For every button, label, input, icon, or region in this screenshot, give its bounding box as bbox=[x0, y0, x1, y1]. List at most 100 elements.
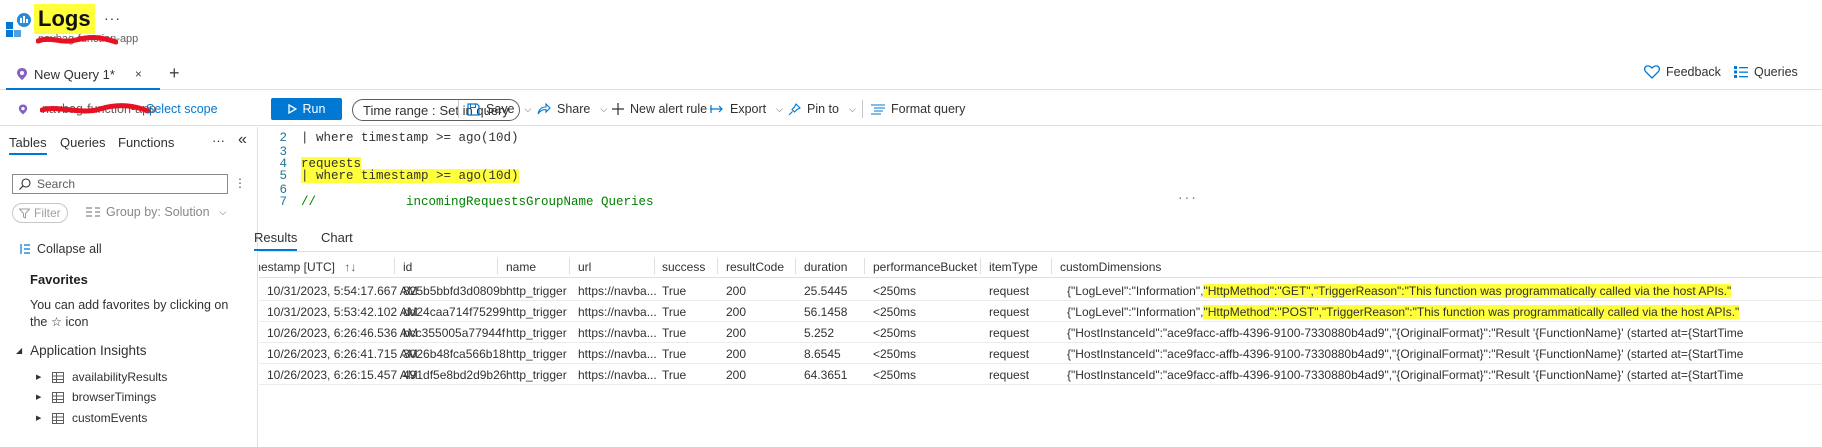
save-button[interactable]: Save ⌵ bbox=[467, 92, 531, 126]
tab-functions[interactable]: Functions bbox=[118, 135, 174, 150]
line-number: 2 bbox=[279, 131, 287, 145]
filter-button[interactable]: Filter bbox=[12, 203, 68, 223]
column-divider bbox=[569, 258, 570, 274]
tab-queries[interactable]: Queries bbox=[60, 135, 106, 150]
column-header-name[interactable]: name bbox=[506, 260, 536, 274]
code-line: 2 | where timestamp >= ago(10d) bbox=[259, 131, 518, 145]
search-input[interactable] bbox=[37, 177, 217, 191]
run-button[interactable]: Run bbox=[271, 98, 342, 120]
column-header-performancebucket[interactable]: performanceBucket bbox=[873, 260, 977, 274]
table-icon bbox=[52, 412, 64, 424]
cell-duration: 64.3651 bbox=[804, 368, 848, 382]
chevron-down-icon: ⌵ bbox=[600, 103, 608, 114]
table-row[interactable]: ›10/31/2023, 5:54:17.667 AM825b5bbfd3d08… bbox=[259, 280, 1822, 301]
column-header-id[interactable]: id bbox=[403, 260, 412, 274]
column-header-duration[interactable]: duration bbox=[804, 260, 847, 274]
tab-results[interactable]: Results bbox=[254, 230, 298, 251]
toolbar-divider bbox=[862, 100, 863, 118]
customdimensions-part: {"HostInstanceId":"ace9facc-affb-4396-91… bbox=[1067, 368, 1744, 382]
table-icon bbox=[52, 391, 64, 403]
column-header-itemtype[interactable]: itemType bbox=[989, 260, 1038, 274]
collapse-panel-button[interactable]: « bbox=[238, 131, 247, 149]
collapse-all-button[interactable]: Collapse all bbox=[20, 242, 102, 256]
select-scope-link[interactable]: Select scope bbox=[146, 92, 218, 126]
cell-url: https://navba... bbox=[578, 368, 657, 382]
collapse-all-icon bbox=[20, 244, 30, 254]
tab-new-query-1[interactable]: New Query 1* × bbox=[6, 60, 160, 90]
cell-url: https://navba... bbox=[578, 284, 657, 298]
cell-duration: 5.252 bbox=[804, 326, 835, 340]
cell-success: True bbox=[662, 305, 687, 319]
table-row[interactable]: ›10/26/2023, 6:26:46.536 AMbcc355005a779… bbox=[259, 322, 1822, 343]
column-header-success[interactable]: success bbox=[662, 260, 705, 274]
cell-success: True bbox=[662, 368, 687, 382]
table-row[interactable]: ›10/31/2023, 5:53:42.102 AMdd24caa714f75… bbox=[259, 301, 1822, 322]
share-button[interactable]: Share ⌵ bbox=[537, 92, 607, 126]
format-query-button[interactable]: Format query bbox=[871, 92, 965, 126]
tree-group-application-insights[interactable]: ◢ Application Insights bbox=[16, 343, 146, 358]
tree-item-availabilityresults[interactable]: ▶ availabilityResults bbox=[36, 370, 167, 384]
caret-right-icon: ▶ bbox=[36, 394, 42, 401]
add-tab-icon[interactable]: + bbox=[169, 63, 180, 84]
toolbar-divider bbox=[458, 100, 459, 118]
customdimensions-part: {"LogLevel":"Information", bbox=[1067, 305, 1204, 319]
feedback-button[interactable]: Feedback bbox=[1644, 65, 1721, 79]
export-button[interactable]: Export ⌵ bbox=[710, 92, 783, 126]
tree-group-label: Application Insights bbox=[30, 343, 147, 358]
cell-duration: 8.6545 bbox=[804, 347, 841, 361]
cell-timestamp: 10/31/2023, 5:54:17.667 AM bbox=[267, 284, 418, 298]
column-divider bbox=[394, 258, 395, 274]
column-header-url[interactable]: url bbox=[578, 260, 591, 274]
new-alert-rule-button[interactable]: New alert rule bbox=[612, 92, 707, 126]
share-icon bbox=[537, 103, 551, 115]
cell-performancebucket: <250ms bbox=[873, 368, 917, 382]
query-tab-bar: New Query 1* × + Feedback Queries bbox=[0, 60, 1822, 90]
search-icon bbox=[19, 178, 31, 190]
table-row[interactable]: ›10/26/2023, 6:26:15.457 AM491df5e8bd2d9… bbox=[259, 364, 1822, 385]
cell-duration: 25.5445 bbox=[804, 284, 848, 298]
cell-id: 3026b48fca566b18 bbox=[403, 347, 506, 361]
group-by-dropdown[interactable]: Group by: Solution ⌵ bbox=[86, 205, 226, 219]
column-header-timestamp[interactable]: timestamp [UTC] ↑↓ bbox=[259, 260, 356, 274]
filter-label: Filter bbox=[34, 206, 61, 220]
tab-tables[interactable]: Tables bbox=[9, 135, 47, 155]
more-options-button[interactable]: ··· bbox=[212, 133, 225, 148]
tree-item-browsertimings[interactable]: ▶ browserTimings bbox=[36, 390, 156, 404]
pin-to-button[interactable]: Pin to ⌵ bbox=[788, 92, 856, 126]
column-header-customdimensions[interactable]: customDimensions bbox=[1060, 260, 1161, 274]
pin-icon bbox=[788, 102, 801, 115]
cell-itemtype: request bbox=[989, 347, 1030, 361]
sort-icon: ↑↓ bbox=[344, 260, 357, 274]
redaction-scribble bbox=[36, 35, 118, 45]
new-alert-label: New alert rule bbox=[630, 102, 708, 116]
column-divider bbox=[795, 258, 796, 274]
code-line: 5 | where timestamp >= ago(10d) bbox=[259, 169, 519, 183]
page-title: Logs bbox=[34, 4, 95, 34]
cell-itemtype: request bbox=[989, 326, 1030, 340]
column-divider bbox=[717, 258, 718, 274]
customdimensions-part: {"LogLevel":"Information", bbox=[1067, 284, 1204, 298]
schema-search-box[interactable] bbox=[12, 174, 228, 194]
column-header-resultcode[interactable]: resultCode bbox=[726, 260, 784, 274]
close-icon[interactable]: × bbox=[135, 67, 142, 81]
cell-resultcode: 200 bbox=[726, 347, 747, 361]
tree-item-customevents[interactable]: ▶ customEvents bbox=[36, 411, 147, 425]
more-options-button[interactable]: ··· bbox=[104, 10, 121, 26]
run-label: Run bbox=[302, 102, 326, 116]
scope-selector[interactable]: navbag-function-app bbox=[18, 92, 156, 126]
cell-resultcode: 200 bbox=[726, 368, 747, 382]
table-row[interactable]: ›10/26/2023, 6:26:41.715 AM3026b48fca566… bbox=[259, 343, 1822, 364]
customdimensions-part: {"HostInstanceId":"ace9facc-affb-4396-91… bbox=[1067, 347, 1744, 361]
chevron-down-icon: ⌵ bbox=[776, 103, 783, 114]
queries-button[interactable]: Queries bbox=[1734, 65, 1798, 79]
tab-chart[interactable]: Chart bbox=[321, 230, 353, 245]
cell-performancebucket: <250ms bbox=[873, 284, 917, 298]
search-options-button[interactable]: ⋮ bbox=[234, 176, 246, 190]
cell-timestamp: 10/31/2023, 5:53:42.102 AM bbox=[267, 305, 418, 319]
group-by-icon bbox=[86, 206, 100, 217]
export-icon bbox=[710, 105, 723, 113]
format-label: Format query bbox=[891, 102, 966, 116]
caret-down-icon: ◢ bbox=[16, 346, 23, 355]
cell-performancebucket: <250ms bbox=[873, 347, 917, 361]
query-editor[interactable]: 1 traces 2 | where timestamp >= ago(10d)… bbox=[259, 127, 1822, 221]
